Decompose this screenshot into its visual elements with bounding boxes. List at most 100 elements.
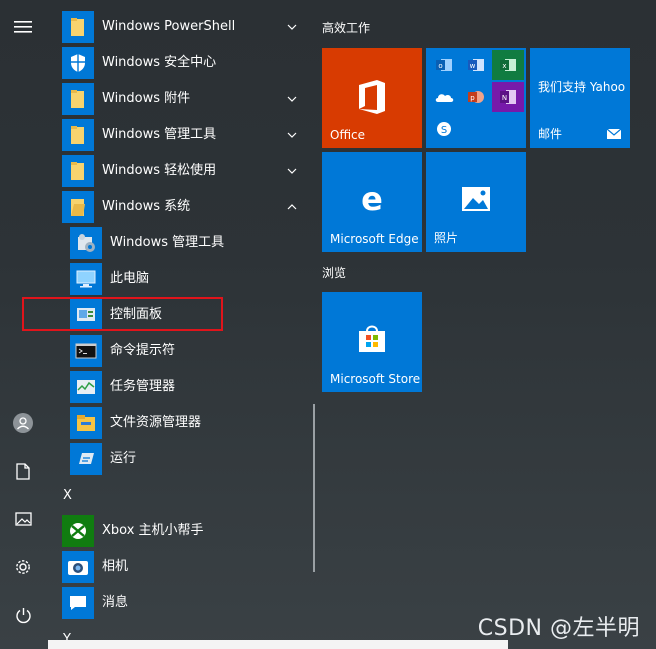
app-item-command-prompt[interactable]: 命令提示符 (46, 333, 312, 369)
camera-icon (62, 551, 94, 583)
settings-button[interactable] (0, 549, 46, 585)
onenote-icon: N (492, 82, 524, 112)
tile-label: Microsoft Store (330, 372, 421, 386)
admin-tools-icon (70, 227, 102, 259)
folder-open-icon (62, 191, 94, 223)
app-item-messaging[interactable]: 消息 (46, 585, 312, 621)
tile-office-apps-folder[interactable]: o w x p N S (426, 48, 526, 148)
app-item-windows-admin-tools[interactable]: Windows 管理工具 (46, 117, 312, 153)
app-label: Windows 管理工具 (102, 127, 217, 142)
highlight-box (22, 297, 223, 331)
app-item-windows-accessories[interactable]: Windows 附件 (46, 81, 312, 117)
app-item-task-manager[interactable]: 任务管理器 (46, 369, 312, 405)
svg-text:p: p (470, 94, 475, 102)
app-label: 相机 (102, 559, 129, 574)
office-logo-icon (359, 80, 385, 114)
tile-microsoft-edge[interactable]: e Microsoft Edge (322, 152, 422, 252)
app-item-windows-system[interactable]: Windows 系统 (46, 189, 312, 225)
app-label: Windows 系统 (102, 199, 191, 214)
pictures-button[interactable] (0, 501, 46, 537)
app-label: Windows 附件 (102, 91, 191, 106)
svg-text:S: S (441, 125, 447, 136)
taskbar-edge (48, 640, 508, 649)
documents-icon (16, 462, 30, 480)
app-label: Xbox 主机小帮手 (102, 523, 204, 538)
hamburger-menu-button[interactable] (0, 9, 46, 45)
app-item-windows-ease-of-access[interactable]: Windows 轻松使用 (46, 153, 312, 189)
app-list-scrollbar[interactable] (313, 404, 315, 572)
store-icon (359, 325, 385, 352)
app-item-windows-powershell[interactable]: Windows PowerShell (46, 9, 312, 45)
app-label: Windows 安全中心 (102, 55, 217, 70)
tile-group-label-productivity[interactable]: 高效工作 (322, 19, 370, 36)
run-icon (70, 443, 102, 475)
tile-label: Office (330, 128, 366, 142)
svg-text:N: N (502, 94, 507, 102)
chevron-down-icon (287, 132, 297, 138)
file-explorer-icon (70, 407, 102, 439)
app-item-xbox-console-companion[interactable]: Xbox 主机小帮手 (46, 513, 312, 549)
watermark-text: CSDN @左半明 (477, 616, 640, 641)
app-label: 运行 (110, 451, 137, 466)
user-account-button[interactable] (0, 405, 46, 441)
svg-text:e: e (361, 184, 383, 214)
skype-icon: S (428, 114, 460, 144)
cmd-icon (70, 335, 102, 367)
tile-mail[interactable]: 我们支持 Yahoo 邮件 (530, 48, 630, 148)
svg-text:x: x (502, 62, 506, 70)
app-label: 任务管理器 (110, 379, 176, 394)
app-item-windows-security[interactable]: Windows 安全中心 (46, 45, 312, 81)
tile-office[interactable]: Office (322, 48, 422, 148)
tile-label: Microsoft Edge (330, 232, 419, 246)
shield-icon (62, 47, 94, 79)
xbox-icon (62, 515, 94, 547)
chevron-down-icon (287, 24, 297, 30)
word-icon: w (460, 50, 492, 80)
folder-icon (62, 119, 94, 151)
app-item-this-pc[interactable]: 此电脑 (46, 261, 312, 297)
hamburger-icon (14, 21, 32, 33)
onedrive-icon (428, 82, 460, 112)
tile-photos[interactable]: 照片 (426, 152, 526, 252)
chevron-up-icon (287, 204, 297, 210)
power-button[interactable] (0, 597, 46, 633)
svg-text:o: o (438, 62, 442, 70)
app-item-camera[interactable]: 相机 (46, 549, 312, 585)
tile-group-label-browse[interactable]: 浏览 (322, 264, 346, 281)
tile-microsoft-store[interactable]: Microsoft Store (322, 292, 422, 392)
powerpoint-icon: p (460, 82, 492, 112)
documents-button[interactable] (0, 453, 46, 489)
edge-icon: e (361, 184, 383, 214)
app-label: Windows 轻松使用 (102, 163, 217, 178)
app-label: 文件资源管理器 (110, 415, 202, 430)
folder-icon (62, 83, 94, 115)
excel-icon: x (492, 50, 524, 80)
settings-icon (16, 560, 30, 574)
this-pc-icon (70, 263, 102, 295)
chevron-down-icon (287, 96, 297, 102)
app-item-file-explorer[interactable]: 文件资源管理器 (46, 405, 312, 441)
tile-label: 照片 (434, 231, 459, 245)
app-label: Windows PowerShell (102, 19, 236, 34)
pictures-icon (14, 512, 32, 526)
photos-icon (462, 187, 490, 211)
app-label: Windows 管理工具 (110, 235, 225, 250)
letter-header-x[interactable]: X (63, 488, 72, 503)
app-item-admin-tools[interactable]: Windows 管理工具 (46, 225, 312, 261)
task-manager-icon (70, 371, 102, 403)
folder-icon (62, 155, 94, 187)
app-label: 此电脑 (110, 271, 150, 286)
tile-label: 邮件 (538, 127, 563, 141)
messages-icon (62, 587, 94, 619)
mail-icon (606, 128, 622, 139)
app-item-run[interactable]: 运行 (46, 441, 312, 477)
svg-text:w: w (470, 62, 476, 70)
power-icon (15, 607, 31, 623)
folder-icon (62, 11, 94, 43)
mail-tile-title: 我们支持 Yahoo (538, 80, 626, 94)
user-avatar-icon (13, 413, 33, 433)
app-label: 消息 (102, 595, 129, 610)
outlook-icon: o (428, 50, 460, 80)
app-label: 命令提示符 (110, 343, 176, 358)
chevron-down-icon (287, 168, 297, 174)
